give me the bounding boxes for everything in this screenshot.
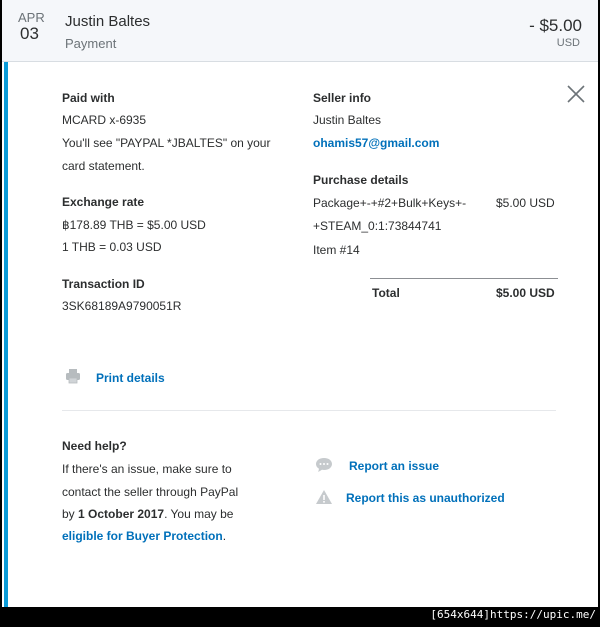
close-icon[interactable] <box>564 82 588 106</box>
buyer-protection-link[interactable]: eligible for Buyer Protection <box>62 529 223 543</box>
watermark-text: [654x644]https://upic.me/ <box>430 608 596 621</box>
details-panel: Paid with MCARD x-6935 You'll see "PAYPA… <box>8 62 600 607</box>
chat-bubble-icon[interactable] <box>315 457 333 473</box>
help-text-prefix: by <box>62 507 79 521</box>
transaction-currency: USD <box>556 37 580 49</box>
report-unauthorized-link[interactable]: Report this as unauthorized <box>346 491 505 505</box>
merchant-name: Justin Baltes <box>65 13 151 30</box>
transaction-id-title: Transaction ID <box>62 277 145 291</box>
total-divider <box>370 278 558 279</box>
date-day: 03 <box>20 24 39 43</box>
paid-with-title: Paid with <box>62 91 115 105</box>
item-name-line2: +STEAM_0:1:73844741 <box>313 219 442 233</box>
need-help-title: Need help? <box>62 439 127 453</box>
warning-icon[interactable] <box>315 489 333 505</box>
total-label: Total <box>372 286 400 300</box>
exchange-rate-line1: ฿178.89 THB = $5.00 USD <box>62 218 206 232</box>
help-text-suffix: . You may be <box>164 507 234 521</box>
help-text-line2: contact the seller through PayPal <box>62 485 239 499</box>
transaction-amount: - $5.00 <box>529 16 582 35</box>
statement-note-line1: You'll see "PAYPAL *JBALTES" on your <box>62 136 271 150</box>
help-text-line3: by 1 October 2017. You may be <box>62 507 233 521</box>
item-price: $5.00 USD <box>496 196 555 210</box>
seller-email-link[interactable]: ohamis57@gmail.com <box>313 136 439 150</box>
section-divider <box>62 410 556 411</box>
date-month: APR <box>18 10 45 25</box>
transaction-id: 3SK68189A9790051R <box>62 299 182 313</box>
total-value: $5.00 USD <box>496 286 555 300</box>
printer-icon[interactable] <box>65 368 81 384</box>
exchange-rate-line2: 1 THB = 0.03 USD <box>62 240 162 254</box>
purchase-details-title: Purchase details <box>313 173 409 187</box>
statement-note-line2: card statement. <box>62 159 145 173</box>
transaction-type: Payment <box>65 36 117 51</box>
transaction-card: APR 03 Justin Baltes Payment - $5.00 USD… <box>2 0 598 607</box>
item-number: Item #14 <box>313 243 360 257</box>
transaction-header[interactable]: APR 03 Justin Baltes Payment - $5.00 USD <box>2 0 598 62</box>
help-text-line1: If there's an issue, make sure to <box>62 462 232 476</box>
seller-name: Justin Baltes <box>313 113 382 127</box>
item-name-line1: Package+-+#2+Bulk+Keys+- <box>313 196 467 210</box>
help-deadline: 1 October 2017 <box>78 507 165 521</box>
exchange-rate-title: Exchange rate <box>62 195 145 209</box>
seller-info-title: Seller info <box>313 91 372 105</box>
print-details-link[interactable]: Print details <box>96 371 165 385</box>
help-text-line4: eligible for Buyer Protection. <box>62 529 226 543</box>
card-number: MCARD x-6935 <box>62 113 147 127</box>
report-issue-link[interactable]: Report an issue <box>349 459 439 473</box>
protection-suffix: . <box>222 529 227 543</box>
